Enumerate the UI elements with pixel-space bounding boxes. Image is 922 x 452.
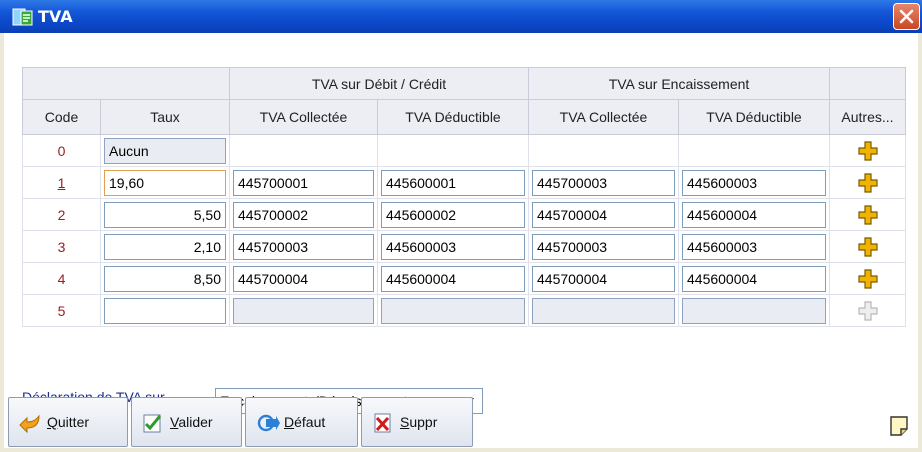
enc-collectee-field [532,298,675,324]
col-header-debit-deductible: TVA Déductible [377,99,529,135]
table-row: 0 Aucun [22,134,906,167]
row-code: 4 [22,262,101,295]
plus-icon[interactable] [857,268,879,290]
enc-collectee-field[interactable]: 445700003 [532,234,675,260]
group-header-row: TVA sur Débit / Crédit TVA sur Encaissem… [22,67,906,100]
row-code: 0 [22,134,101,167]
col-header-enc-deductible: TVA Déductible [678,99,830,135]
tva-table: TVA sur Débit / Crédit TVA sur Encaissem… [22,67,906,327]
dialog-content: TVA sur Débit / Crédit TVA sur Encaissem… [4,33,918,448]
table-row: 4 8,50 445700004 445600004 445700004 445… [22,262,906,295]
group-header-debit-credit: TVA sur Débit / Crédit [229,67,529,100]
table-row: 1 19,60 445700001 445600001 445700003 44… [22,166,906,199]
column-header-row: Code Taux TVA Collectée TVA Déductible T… [22,99,906,135]
tva-window: TVA TVA sur Débit / Crédit TVA sur Encai… [0,0,922,452]
app-icon [12,8,33,26]
plus-icon-disabled [857,300,878,321]
quitter-button[interactable]: Quitter [8,397,128,447]
taux-field[interactable]: 2,10 [104,234,226,260]
enc-deductible-field[interactable]: 445600003 [682,234,826,260]
default-arrow-icon [257,414,280,432]
debit-deductible-field[interactable]: 445600004 [381,266,525,292]
debit-collectee-field[interactable]: 445700004 [233,266,374,292]
title-bar[interactable]: TVA [0,0,922,33]
enc-collectee-field[interactable]: 445700004 [532,202,675,228]
debit-deductible-field [381,298,525,324]
taux-field[interactable]: 8,50 [104,266,226,292]
group-header-autres-empty [829,67,906,100]
window-title: TVA [38,7,73,26]
col-header-code: Code [22,99,101,135]
taux-field[interactable]: 19,60 [104,170,226,196]
validate-check-icon [143,414,162,433]
table-row: 2 5,50 445700002 445600002 445700004 445… [22,198,906,231]
delete-icon [374,413,391,433]
row-code: 5 [22,294,101,327]
row-code: 3 [22,230,101,263]
debit-collectee-field [233,298,374,324]
table-row: 5 [22,294,906,327]
table-row: 3 2,10 445700003 445600003 445700003 445… [22,230,906,263]
plus-icon[interactable] [857,236,879,258]
note-icon[interactable] [889,415,909,437]
taux-field: Aucun [104,138,226,164]
debit-collectee-field[interactable]: 445700001 [233,170,374,196]
enc-collectee-field[interactable]: 445700003 [532,170,675,196]
plus-icon[interactable] [857,140,879,162]
taux-field[interactable]: 5,50 [104,202,226,228]
debit-deductible-field[interactable]: 445600002 [381,202,525,228]
close-button[interactable] [893,3,920,30]
group-header-encaissement: TVA sur Encaissement [528,67,830,100]
enc-deductible-field [682,298,826,324]
enc-deductible-field[interactable]: 445600004 [682,266,826,292]
enc-collectee-field[interactable]: 445700004 [532,266,675,292]
taux-field[interactable] [104,298,226,324]
debit-collectee-field[interactable]: 445700003 [233,234,374,260]
group-header-empty [22,67,230,100]
debit-deductible-field[interactable]: 445600001 [381,170,525,196]
plus-icon[interactable] [857,204,879,226]
defaut-button[interactable]: Défaut [245,397,358,447]
exit-arrow-icon [19,414,40,434]
debit-deductible-field[interactable]: 445600003 [381,234,525,260]
col-header-debit-collectee: TVA Collectée [229,99,378,135]
enc-deductible-field[interactable]: 445600003 [682,170,826,196]
plus-icon[interactable] [857,172,879,194]
row-code: 2 [22,198,101,231]
suppr-button[interactable]: Suppr [361,397,473,447]
col-header-enc-collectee: TVA Collectée [528,99,679,135]
debit-collectee-field[interactable]: 445700002 [233,202,374,228]
row-code: 1 [22,166,101,199]
enc-deductible-field[interactable]: 445600004 [682,202,826,228]
close-icon [899,9,914,24]
col-header-autres: Autres... [829,99,906,135]
valider-button[interactable]: Valider [131,397,242,447]
col-header-taux: Taux [100,99,230,135]
